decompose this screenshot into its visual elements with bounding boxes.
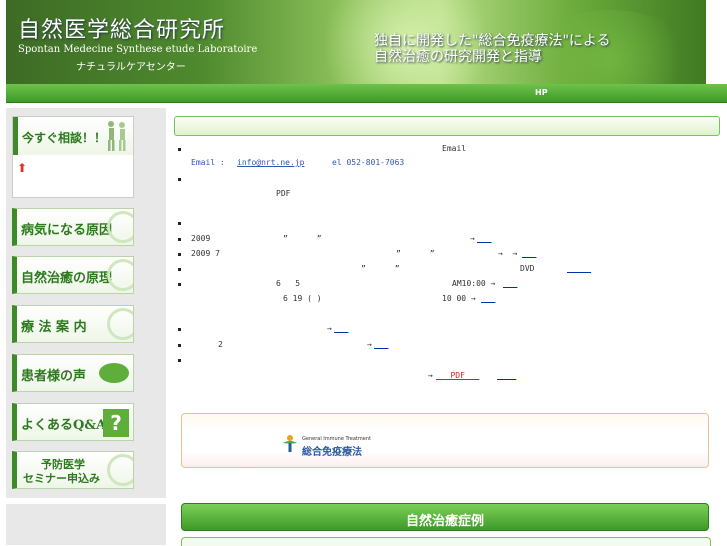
sidebar-item-label: よくあるQ&A bbox=[21, 418, 107, 433]
sidebar-item-voices[interactable]: 患者様の声 bbox=[12, 354, 134, 392]
news-item-date: 6 19 ( ) bbox=[283, 294, 322, 303]
news-item-link[interactable]: _____ bbox=[567, 264, 591, 273]
sidebar-item-label: 患者様の声 bbox=[21, 369, 87, 384]
bullet bbox=[178, 238, 181, 241]
bullet bbox=[178, 344, 181, 347]
sidebar: 今すぐ相談！！ ⬆ 病気になる原因 自然治癒の原理 療 法 案 内 患者様の声 bbox=[6, 108, 166, 498]
ring-icon bbox=[107, 454, 133, 486]
tagline-line2: 自然治癒の研究開発と指導 bbox=[374, 49, 542, 65]
news-item-link[interactable]: ___ bbox=[374, 340, 388, 349]
center-name: ナチュラルケアセンター bbox=[76, 62, 186, 73]
site-title[interactable]: 自然医学総合研究所 bbox=[18, 12, 225, 44]
news-header bbox=[174, 116, 720, 136]
logo-japanese: 総合免疫療法 bbox=[302, 447, 362, 458]
news-item-link[interactable]: ___ bbox=[334, 324, 348, 333]
bullet bbox=[178, 268, 181, 271]
consult-box: 今すぐ相談！！ ⬆ bbox=[12, 116, 134, 198]
speech-bubble-icon bbox=[99, 363, 129, 383]
ring-icon bbox=[107, 259, 133, 291]
sidebar-item-label: 療 法 案 内 bbox=[21, 320, 87, 335]
bullet bbox=[178, 148, 181, 151]
sidebar-item-principle[interactable]: 自然治癒の原理 bbox=[12, 256, 134, 294]
news-tel: el 052-801-7063 bbox=[332, 158, 405, 167]
up-arrow-icon: ⬆ bbox=[17, 161, 28, 175]
news-item-link[interactable]: ____ bbox=[497, 371, 516, 380]
sidebar-lower bbox=[6, 504, 166, 545]
bullet bbox=[178, 222, 181, 225]
news-item-link[interactable]: ___ bbox=[477, 234, 491, 243]
bullet bbox=[178, 253, 181, 256]
news-item-time: AM10:00 → bbox=[452, 279, 496, 288]
site-header: 自然医学総合研究所 Spontan Medecine Synthese etud… bbox=[6, 0, 706, 84]
news-item-number: 2 bbox=[218, 340, 223, 349]
consult-button[interactable]: 今すぐ相談！！ bbox=[13, 117, 133, 155]
news-item-link[interactable]: ___ bbox=[481, 294, 495, 303]
bullet bbox=[178, 283, 181, 286]
sidebar-item-label: セミナー申込み bbox=[23, 472, 100, 485]
consult-label: 今すぐ相談！！ bbox=[22, 131, 107, 145]
pdf-link[interactable]: ___PDF___ bbox=[436, 371, 479, 380]
person-leaf-icon bbox=[283, 435, 297, 452]
sidebar-item-seminar[interactable]: 予防医学 セミナー申込み bbox=[12, 451, 134, 489]
walking-people-icon bbox=[108, 121, 126, 151]
sidebar-item-label: 自然治癒の原理 bbox=[21, 271, 113, 286]
bullet bbox=[178, 328, 181, 331]
news-pdf-word: PDF bbox=[276, 189, 291, 198]
news-item-date: 2009 bbox=[191, 234, 211, 243]
sidebar-item-label: 病気になる原因 bbox=[21, 223, 113, 238]
news-item-quote: ” ” bbox=[361, 264, 400, 273]
logo-english: General Immune Treatment bbox=[302, 436, 371, 442]
site-subtitle: Spontan Medecine Synthese etude Laborato… bbox=[18, 44, 258, 55]
news-item-arrow: → bbox=[470, 234, 475, 243]
sidebar-item-faq[interactable]: よくあるQ&A ? bbox=[12, 403, 134, 441]
news-item-dvd: DVD bbox=[520, 264, 535, 273]
news-item-quote: ” ” bbox=[283, 234, 322, 243]
sidebar-item-causes[interactable]: 病気になる原因 bbox=[12, 208, 134, 246]
news-item-date: 6 5 bbox=[276, 279, 301, 288]
sidebar-item-therapy[interactable]: 療 法 案 内 bbox=[12, 305, 134, 343]
news-email-word: Email bbox=[442, 144, 467, 153]
hp-link[interactable]: HP bbox=[535, 88, 548, 97]
news-item-arrow: → bbox=[367, 340, 372, 349]
news-item-arrow: → bbox=[327, 324, 332, 333]
news-item-quote: ” ” bbox=[396, 249, 435, 258]
ring-icon bbox=[107, 211, 133, 243]
news-item-arrow: → bbox=[428, 371, 433, 380]
bullet bbox=[178, 359, 181, 362]
ring-icon bbox=[107, 308, 133, 340]
bullet bbox=[178, 178, 181, 181]
news-item-link[interactable]: ___ bbox=[503, 279, 517, 288]
news-item-time: 10 00 → bbox=[442, 294, 476, 303]
news-email-label: Email : bbox=[191, 158, 230, 167]
news-item-date: 2009 7 bbox=[191, 249, 220, 258]
cases-title: 自然治癒症例 bbox=[405, 514, 484, 529]
question-mark-icon: ? bbox=[103, 409, 129, 437]
email-link[interactable]: info@nrt.ne.jp bbox=[237, 158, 304, 167]
therapy-banner[interactable]: General Immune Treatment 総合免疫療法 bbox=[181, 413, 709, 468]
nav-bar: HP bbox=[6, 84, 727, 103]
cases-header[interactable]: 自然治癒症例 bbox=[181, 503, 709, 531]
news-item-link[interactable]: ___ bbox=[522, 249, 536, 258]
news-item-arrow: → → bbox=[498, 249, 518, 258]
